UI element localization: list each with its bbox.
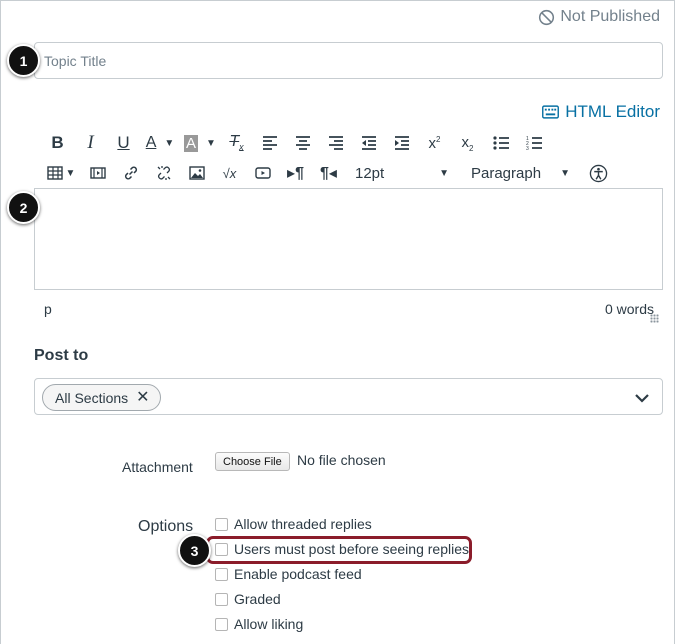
word-count: 0 words: [604, 301, 654, 317]
checkbox[interactable]: [215, 617, 228, 631]
italic-icon[interactable]: I: [74, 131, 107, 155]
highlight-box: [206, 536, 472, 564]
underline-icon[interactable]: U: [107, 131, 140, 155]
option-enable-podcast-feed[interactable]: Enable podcast feed: [215, 566, 362, 582]
unlink-icon[interactable]: [147, 161, 180, 185]
html-editor-label: HTML Editor: [565, 102, 660, 121]
rtl-icon[interactable]: ¶◂: [312, 161, 345, 185]
editor-toolbar-row-2: ▼ √x ▸¶ ¶◂ 12pt ▼ Paragraph ▼: [41, 161, 615, 185]
checkbox[interactable]: [215, 567, 228, 581]
superscript-icon[interactable]: x2: [418, 131, 451, 155]
attachment-label: Attachment: [122, 459, 193, 475]
media-icon[interactable]: [81, 161, 114, 185]
option-allow-threaded-replies[interactable]: Allow threaded replies: [215, 516, 372, 532]
option-graded[interactable]: Graded: [215, 591, 281, 607]
table-icon[interactable]: ▼: [41, 161, 81, 185]
rich-content-editor[interactable]: [34, 188, 663, 290]
background-color-icon[interactable]: A ▼: [180, 131, 220, 155]
bold-icon[interactable]: B: [41, 131, 74, 155]
callout-marker-3: 3: [178, 534, 211, 567]
block-format-value: Paragraph: [471, 164, 542, 182]
section-tag[interactable]: All Sections ✕: [42, 384, 161, 411]
option-label: Allow liking: [234, 616, 304, 632]
keyboard-icon: [542, 105, 560, 119]
chevron-down-icon[interactable]: [634, 391, 650, 409]
block-format-select[interactable]: Paragraph ▼: [461, 161, 576, 185]
discussion-edit-form: Not Published 1 Topic Title HTML Editor …: [0, 0, 675, 644]
post-to-label: Post to: [34, 347, 89, 364]
outdent-icon[interactable]: [352, 131, 385, 155]
text-color-icon[interactable]: A ▼: [140, 131, 180, 155]
publish-status-text: Not Published: [560, 8, 660, 25]
element-path: p: [44, 301, 52, 317]
subscript-icon[interactable]: x2: [451, 131, 484, 155]
font-size-select[interactable]: 12pt ▼: [345, 161, 455, 185]
chevron-down-icon: ▼: [439, 167, 449, 179]
checkbox[interactable]: [215, 517, 228, 531]
callout-marker-2: 2: [7, 191, 40, 224]
math-icon[interactable]: √x: [213, 161, 246, 185]
align-right-icon[interactable]: [319, 131, 352, 155]
option-label: Allow threaded replies: [234, 516, 372, 532]
option-label: Graded: [234, 591, 281, 607]
ltr-icon[interactable]: ▸¶: [279, 161, 312, 185]
clear-formatting-icon[interactable]: Tx: [220, 131, 253, 155]
not-published-icon: [539, 9, 555, 25]
editor-toolbar-row-1: B I U A ▼ A ▼ Tx x2 x2 123: [41, 131, 550, 155]
link-icon[interactable]: [114, 161, 147, 185]
file-status: No file chosen: [297, 452, 386, 468]
html-editor-link[interactable]: HTML Editor: [542, 102, 660, 122]
numbered-list-icon[interactable]: 123: [517, 131, 550, 155]
accessibility-icon[interactable]: [582, 161, 615, 185]
embed-icon[interactable]: [246, 161, 279, 185]
align-center-icon[interactable]: [286, 131, 319, 155]
checkbox[interactable]: [215, 592, 228, 606]
option-label: Enable podcast feed: [234, 566, 362, 582]
topic-title-placeholder: Topic Title: [44, 52, 107, 69]
options-label: Options: [138, 518, 194, 535]
close-icon[interactable]: ✕: [136, 389, 149, 406]
publish-status: Not Published: [538, 8, 660, 26]
align-left-icon[interactable]: [253, 131, 286, 155]
bullet-list-icon[interactable]: [484, 131, 517, 155]
resize-handle-icon[interactable]: [650, 314, 659, 323]
svg-text:3: 3: [526, 146, 529, 151]
indent-icon[interactable]: [385, 131, 418, 155]
chevron-down-icon: ▼: [560, 167, 570, 179]
image-icon[interactable]: [180, 161, 213, 185]
post-to-select[interactable]: All Sections ✕: [34, 378, 663, 415]
topic-title-input[interactable]: Topic Title: [34, 42, 663, 79]
option-allow-liking[interactable]: Allow liking: [215, 616, 303, 632]
section-tag-label: All Sections: [55, 389, 129, 406]
font-size-value: 12pt: [355, 164, 385, 182]
callout-marker-1: 1: [7, 44, 40, 77]
choose-file-button[interactable]: Choose File: [215, 452, 290, 471]
